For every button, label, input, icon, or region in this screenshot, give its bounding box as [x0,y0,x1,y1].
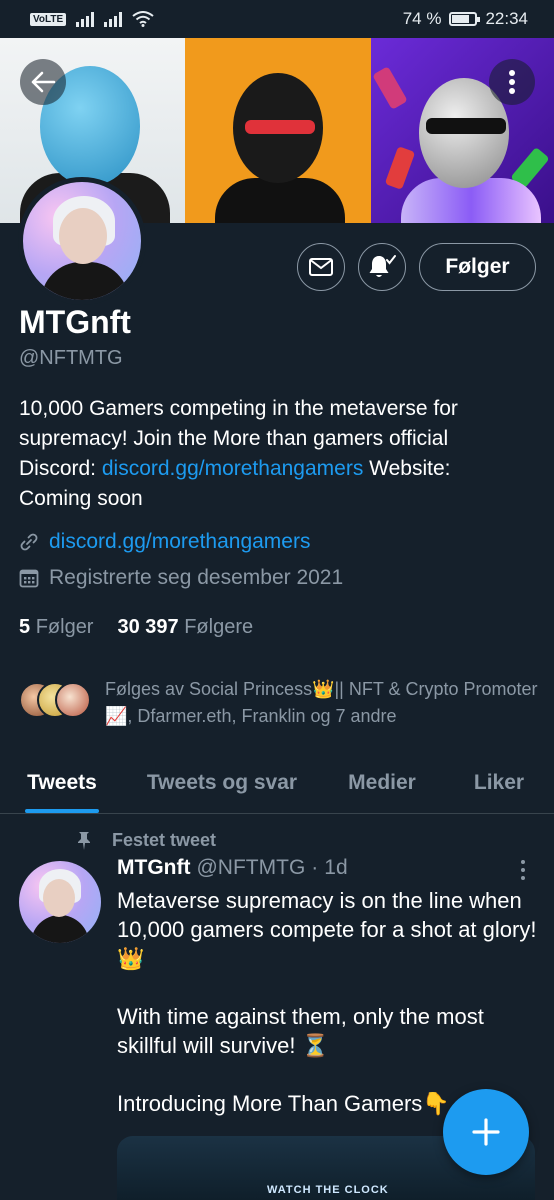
more-vertical-icon [509,70,515,94]
followed-by-avatars [19,682,91,722]
plus-icon [472,1118,500,1146]
status-right: 74 % 22:34 [403,9,528,29]
banner-figure-body [215,178,345,223]
envelope-icon [309,258,333,276]
clock: 22:34 [485,9,528,28]
avatar-body [31,915,89,943]
following-label: Følger [35,616,94,638]
following-count: 5 [19,616,31,638]
signal-icon-2 [104,11,123,27]
arrow-left-icon [31,71,56,93]
tab-likes[interactable]: Liker [444,752,554,813]
website-link[interactable]: discord.gg/morethangamers [49,530,310,554]
tweet-avatar[interactable] [19,861,101,943]
tab-media[interactable]: Medier [320,752,444,813]
joined-text: Registrerte seg desember 2021 [49,566,344,589]
tweet-time: 1d [324,856,348,879]
followers-label: Følgere [184,616,254,638]
profile-avatar[interactable] [18,177,146,305]
followers-count: 30 397 [117,616,179,638]
tweet-handle: @NFTMTG [196,856,306,879]
banner-glasses [426,118,506,134]
banner-visor [245,120,315,134]
calendar-icon [19,569,39,588]
wifi-icon [132,11,154,27]
profile-tabs: Tweets Tweets og svar Medier Liker [0,752,554,814]
notifications-button[interactable] [358,243,406,291]
following-button[interactable]: Følger [419,243,536,291]
pin-icon [78,831,90,850]
banner-can [384,146,416,190]
tweet-paragraph: Metaverse supremacy is on the line when … [117,888,537,971]
profile-name: MTGnft [19,304,131,340]
tweet-paragraph: With time against them, only the most sk… [117,1004,484,1058]
tweet-separator: · [311,856,319,879]
link-icon [20,533,38,551]
battery-icon [449,12,481,26]
tweet-author[interactable]: MTGnft [117,856,190,880]
followed-by-text: Følges av Social Princess👑|| NFT & Crypt… [105,679,538,726]
tweet-header: MTGnft @NFTMTG · 1d [117,856,348,880]
status-bar: VoLTE 74 % 22:34 [0,0,554,38]
pinned-text: Festet tweet [112,830,217,850]
profile-handle: @NFTMTG [19,347,123,369]
avatar-body [41,262,129,300]
signal-icon [76,11,95,27]
bell-check-icon [369,255,396,277]
mini-avatar [55,682,91,718]
profile-website: discord.gg/morethangamers [19,530,310,554]
tab-tweets-and-replies[interactable]: Tweets og svar [124,752,320,813]
tweet-more-button[interactable] [512,856,534,884]
banner-panel-skull-avatar [185,38,371,223]
followed-by[interactable]: Følges av Social Princess👑|| NFT & Crypt… [19,676,539,730]
bio-discord-link[interactable]: discord.gg/morethangamers [102,457,363,480]
status-left: VoLTE [30,11,154,27]
more-options-button[interactable] [489,59,535,105]
volte-badge: VoLTE [30,12,67,26]
pinned-label: Festet tweet [76,830,216,851]
tab-tweets[interactable]: Tweets [0,752,124,813]
more-dot [521,868,525,872]
followers-stat[interactable]: 30 397 Følgere [117,616,253,639]
avatar-face [59,208,107,264]
back-button[interactable] [20,59,66,105]
compose-tweet-button[interactable] [443,1089,529,1175]
more-dot [521,860,525,864]
profile-bio: 10,000 Gamers competing in the metaverse… [19,394,519,514]
following-stat[interactable]: 5 Følger [19,616,93,639]
follow-counts: 5 Følger 30 397 Følgere [19,616,253,639]
avatar-face [43,879,75,917]
media-sign-text: WATCH THE CLOCK [267,1184,389,1196]
banner-can [372,66,408,110]
battery-fill [452,15,469,23]
battery-percent: 74 % [402,9,442,28]
message-button[interactable] [297,243,345,291]
profile-joined: Registrerte seg desember 2021 [19,566,343,590]
more-dot [521,876,525,880]
